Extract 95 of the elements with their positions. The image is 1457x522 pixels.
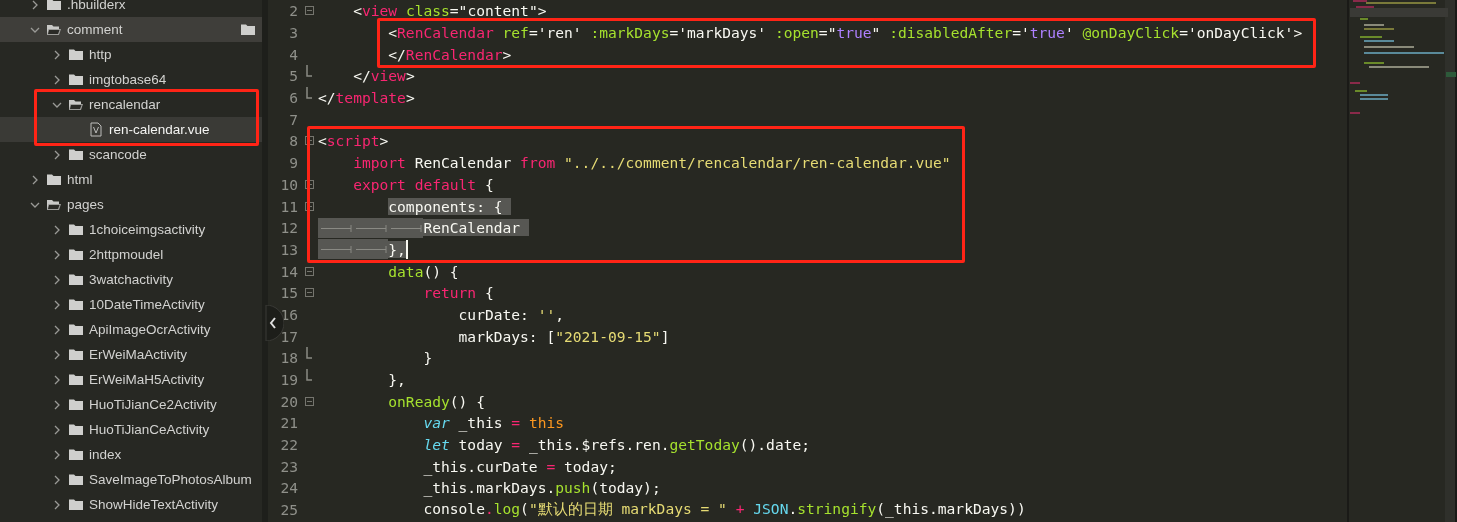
code-line: <view class="content"> — [353, 2, 547, 20]
folder-icon — [68, 423, 84, 436]
line-number: 20 — [279, 392, 299, 410]
line-number: 12 — [279, 219, 299, 237]
tree-item[interactable]: html — [0, 167, 262, 192]
line-number: 9 — [288, 154, 299, 172]
folder-icon — [68, 223, 84, 236]
tree-item[interactable]: 2httpmoudel — [0, 242, 262, 267]
line-number: 22 — [279, 436, 299, 454]
fold-icon[interactable] — [304, 288, 314, 298]
tree-item[interactable]: http — [0, 42, 262, 67]
folder-icon — [68, 73, 84, 86]
line-number: 4 — [288, 45, 299, 63]
fold-icon[interactable] — [304, 266, 314, 276]
folder-icon — [46, 198, 62, 211]
code-line: </view> — [353, 67, 415, 85]
fold-icon[interactable] — [304, 6, 314, 16]
code-line: } — [423, 349, 433, 367]
tree-item[interactable]: ApiImageOcrActivity — [0, 317, 262, 342]
code-line: data() { — [388, 262, 459, 280]
folder-icon — [68, 148, 84, 161]
tree-item[interactable]: SaveImageToPhotosAlbum — [0, 467, 262, 492]
folder-icon — [68, 448, 84, 461]
line-number: 25 — [279, 501, 299, 519]
tree-item[interactable]: 1choiceimgsactivity — [0, 217, 262, 242]
code-line: onReady() { — [388, 392, 485, 410]
line-number: 15 — [279, 284, 299, 302]
code-line: console.log("默认的日期 markDays = " + JSON.stringify(_this.markDays)) — [423, 500, 1026, 520]
folder-icon — [68, 248, 84, 261]
line-number: 23 — [279, 457, 299, 475]
tree-item[interactable]: ren-calendar.vue — [0, 117, 262, 142]
code-line: export default { — [353, 175, 494, 193]
line-number: 24 — [279, 479, 299, 497]
tree-item[interactable]: ErWeiMaH5Activity — [0, 367, 262, 392]
line-number: 7 — [288, 110, 299, 128]
file-icon — [90, 122, 102, 137]
code-line: import RenCalendar from "../../comment/rencalendar/ren-calendar.vue" — [353, 154, 951, 172]
fold-icon[interactable] — [304, 396, 314, 406]
folder-icon — [240, 23, 256, 36]
line-number: 2 — [288, 2, 299, 20]
line-number: 3 — [288, 24, 299, 42]
line-number: 10 — [279, 175, 299, 193]
fold-icon[interactable] — [304, 201, 314, 211]
folder-icon — [68, 498, 84, 511]
line-number: 14 — [279, 262, 299, 280]
line-number: 11 — [279, 197, 299, 215]
line-number: 18 — [279, 349, 299, 367]
code-line: </RenCalendar> — [388, 45, 512, 63]
tree-item[interactable]: HuoTiJianCe2Activity — [0, 392, 262, 417]
folder-icon — [46, 173, 62, 186]
tree-item[interactable]: imgtobase64 — [0, 67, 262, 92]
code-line: <RenCalendar ref='ren' :markDays='markDays' :open="true" :disabledAfter='true' @onDayClick='onDayClick'> — [388, 24, 1303, 42]
tree-item[interactable]: 10DateTimeActivity — [0, 292, 262, 317]
code-line: _this.markDays.push(today); — [423, 479, 661, 497]
folder-icon — [68, 98, 84, 111]
line-number: 5 — [288, 67, 299, 85]
tree-item[interactable]: ErWeiMaActivity — [0, 342, 262, 367]
tree-item[interactable]: pages — [0, 192, 262, 217]
folder-icon — [46, 23, 62, 36]
code-line: <script> — [318, 132, 389, 150]
folder-icon — [68, 298, 84, 311]
line-number: 13 — [279, 240, 299, 258]
tree-item[interactable]: rencalendar — [0, 92, 262, 117]
line-number: 21 — [279, 414, 299, 432]
folder-icon — [68, 348, 84, 361]
code-line: curDate: '', — [458, 305, 564, 323]
tree-item[interactable]: index — [0, 442, 262, 467]
tree-item[interactable]: ShowHideTextActivity — [0, 492, 262, 517]
folder-icon — [68, 373, 84, 386]
code-line: markDays: ["2021-09-15"] — [458, 327, 670, 345]
code-line: </template> — [318, 89, 415, 107]
code-line: let today = _this.$refs.ren.getToday().date; — [423, 436, 811, 454]
line-number: 6 — [288, 89, 299, 107]
folder-icon — [46, 0, 62, 11]
tree-item[interactable]: HuoTiJianCeActivity — [0, 417, 262, 442]
folder-icon — [68, 273, 84, 286]
collapse-handle[interactable] — [262, 305, 284, 341]
line-number: 16 — [279, 305, 299, 323]
code-line: _this.curDate = today; — [423, 457, 617, 475]
tree-item[interactable]: 3watchactivity — [0, 267, 262, 292]
code-line: }, — [388, 371, 406, 389]
line-number: 8 — [288, 132, 299, 150]
folder-icon — [68, 473, 84, 486]
fold-icon[interactable] — [304, 136, 314, 146]
folder-icon — [68, 323, 84, 336]
code-line: var _this = this — [423, 414, 565, 432]
line-number: 17 — [279, 327, 299, 345]
tree-item[interactable]: scancode — [0, 142, 262, 167]
code-line: return { — [423, 284, 494, 302]
folder-icon — [68, 398, 84, 411]
tree-item[interactable]: comment — [0, 17, 262, 42]
line-number: 19 — [279, 371, 299, 389]
folder-icon — [68, 48, 84, 61]
fold-icon[interactable] — [304, 179, 314, 189]
tree-item[interactable]: .hbuilderx — [0, 0, 262, 17]
